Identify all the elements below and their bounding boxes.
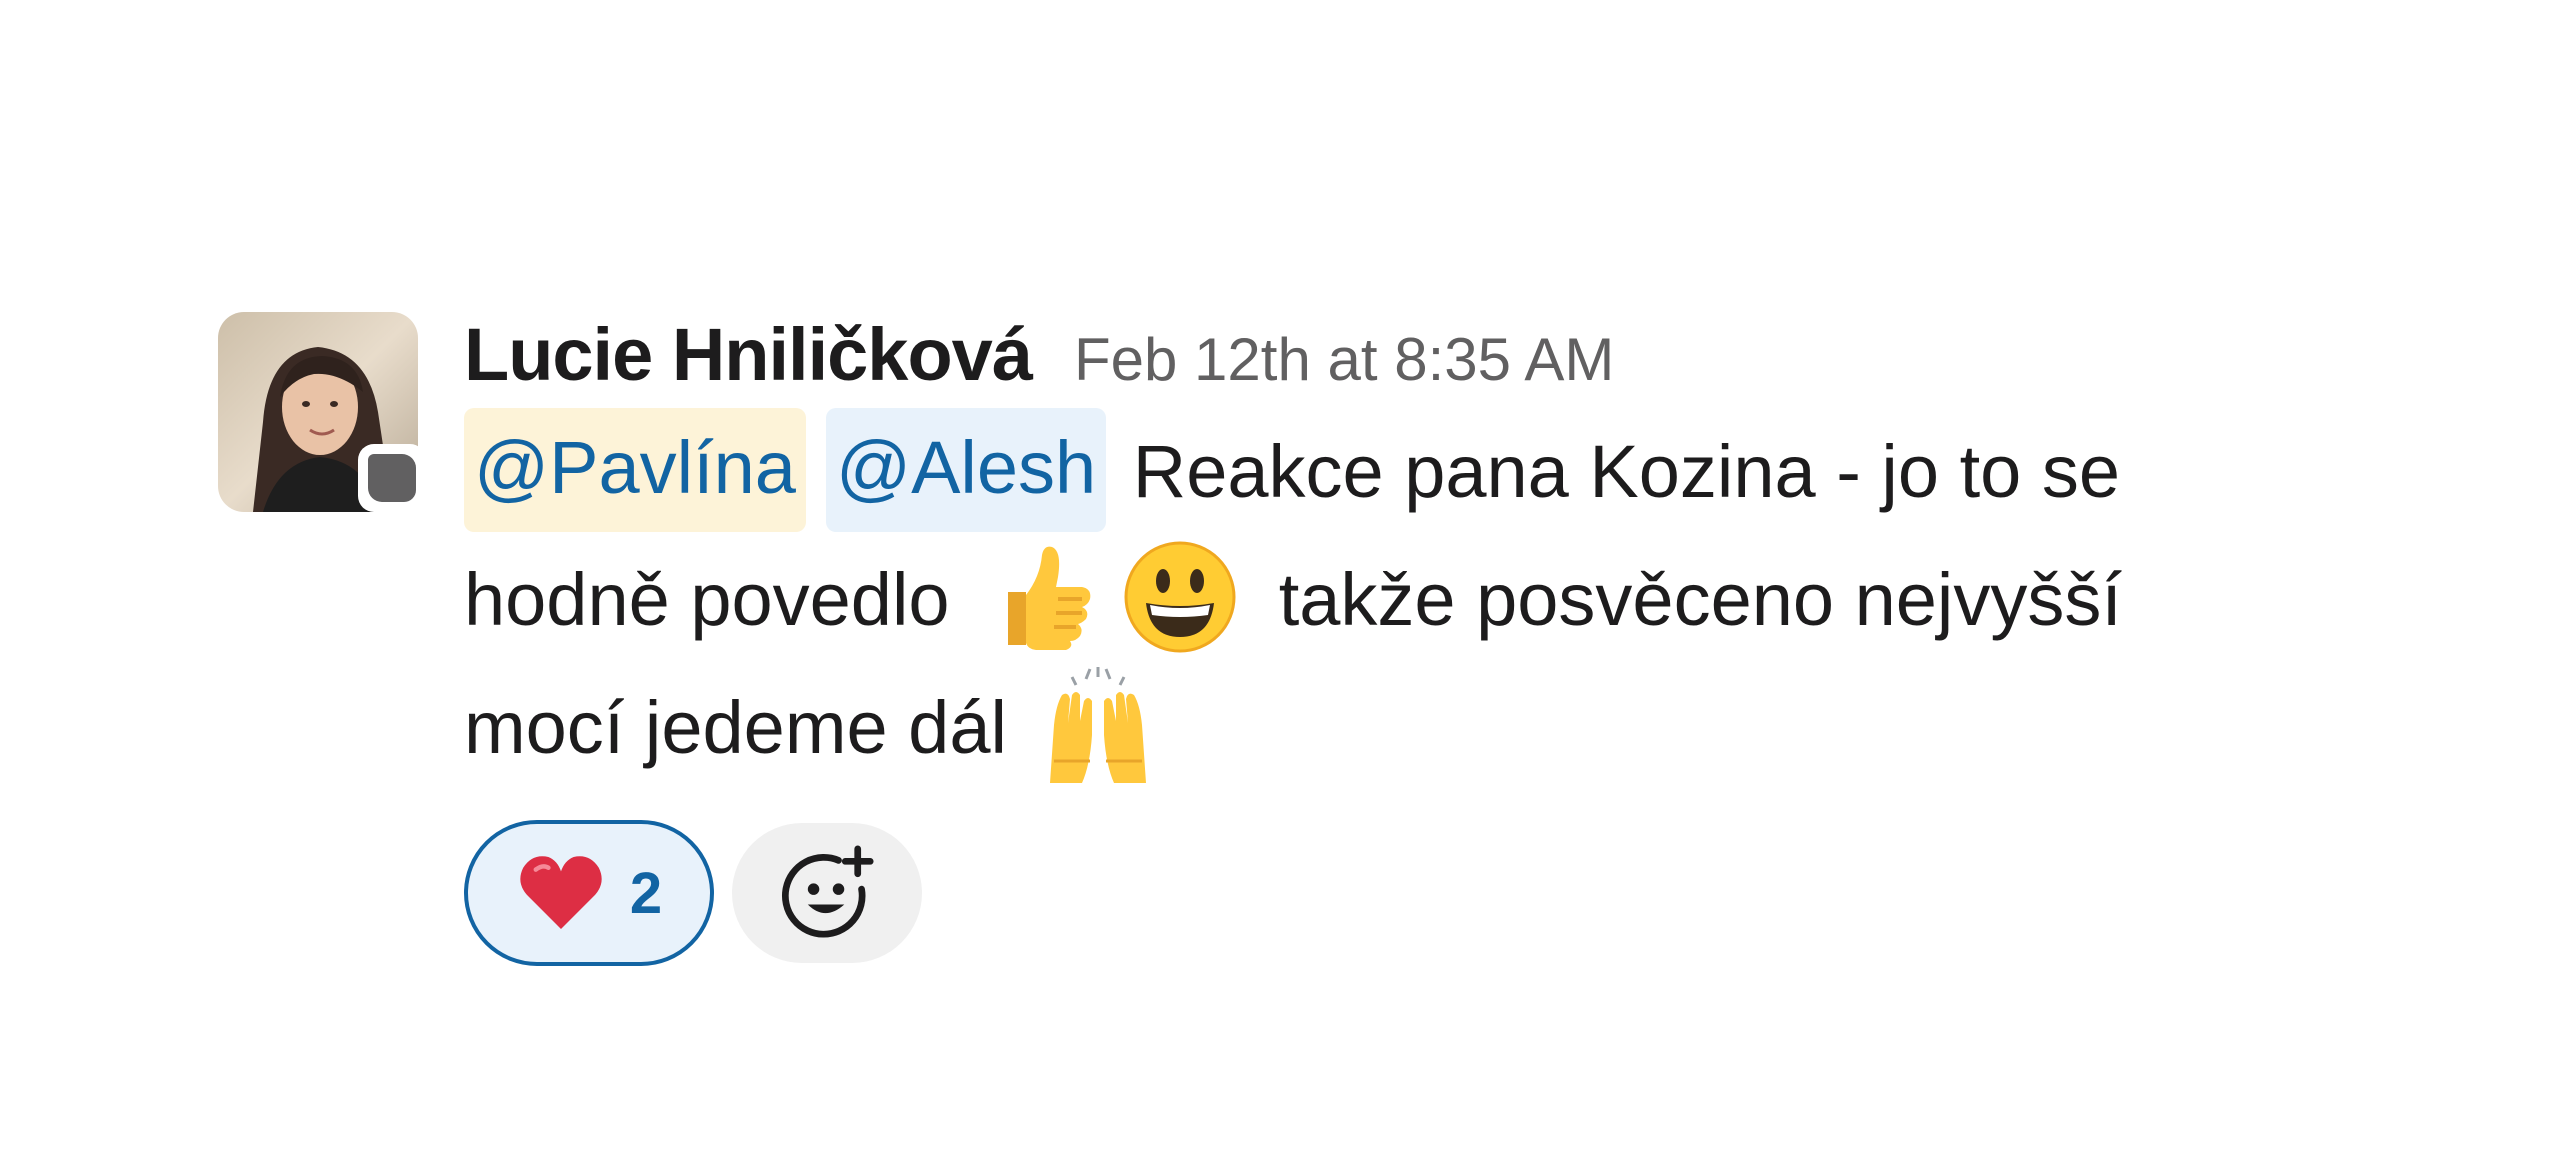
presence-indicator bbox=[358, 444, 426, 512]
add-reaction-icon bbox=[781, 845, 874, 938]
heart-icon bbox=[520, 856, 602, 929]
message-text: mocí jedeme dál bbox=[464, 686, 1007, 769]
message-line: @Pavlína @Alesh Reakce pana Kozina - jo t… bbox=[464, 408, 2384, 536]
smiley-icon bbox=[1120, 537, 1240, 657]
raised-hands-icon bbox=[1038, 665, 1158, 785]
message-timestamp[interactable]: Feb 12th at 8:35 AM bbox=[1074, 325, 1614, 394]
message-content: Lucie Hniličková Feb 12th at 8:35 AM @Pa… bbox=[464, 312, 2424, 966]
away-status-icon bbox=[368, 454, 416, 502]
sender-name[interactable]: Lucie Hniličková bbox=[464, 312, 1033, 397]
message-line: mocí jedeme dál bbox=[464, 664, 2384, 792]
reactions-bar: 2 bbox=[464, 820, 2424, 966]
message-header: Lucie Hniličková Feb 12th at 8:35 AM bbox=[464, 312, 2424, 402]
message-text: takže posvěceno nejvyšší bbox=[1278, 558, 2122, 641]
message-text: hodně povedlo bbox=[464, 558, 950, 641]
reaction-heart[interactable]: 2 bbox=[464, 820, 714, 966]
message-line: hodně povedlo takže posvěceno nejvyšší bbox=[464, 536, 2384, 664]
reaction-count: 2 bbox=[629, 860, 663, 926]
add-reaction-button[interactable] bbox=[732, 823, 922, 963]
thumbs-up-icon bbox=[978, 537, 1098, 657]
mention-pavlina[interactable]: @Pavlína bbox=[464, 408, 806, 532]
message-body: @Pavlína @Alesh Reakce pana Kozina - jo t… bbox=[464, 408, 2384, 792]
mention-alesh[interactable]: @Alesh bbox=[825, 408, 1107, 532]
avatar-container[interactable] bbox=[218, 312, 426, 512]
message-text: Reakce pana Kozina - jo to se bbox=[1132, 430, 2121, 513]
